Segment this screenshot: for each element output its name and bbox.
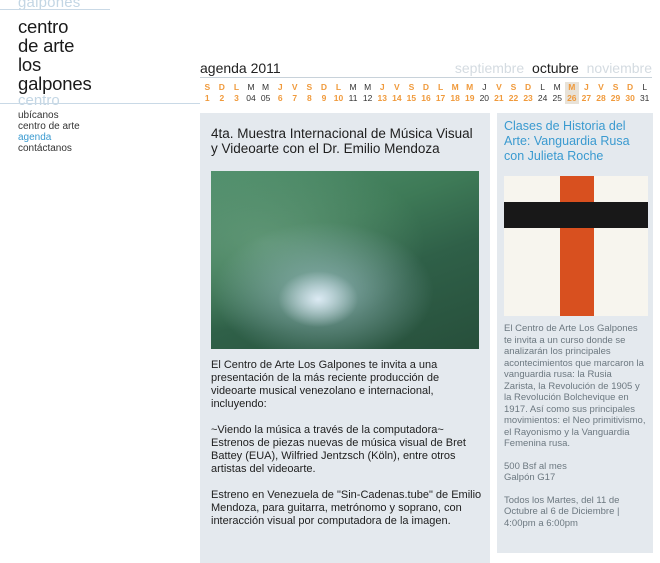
- calendar-day[interactable]: 26: [564, 93, 580, 104]
- calendar-day: 11: [348, 93, 358, 103]
- calendar-day[interactable]: 3: [229, 93, 244, 104]
- side-event-paragraph: El Centro de Arte Los Galpones te invita…: [504, 323, 646, 449]
- calendar-day: 31: [639, 93, 650, 103]
- calendar-weekday: M: [364, 82, 372, 92]
- calendar-day[interactable]: 18: [448, 93, 463, 104]
- calendar-weekday[interactable]: J: [579, 82, 594, 93]
- calendar-weekday[interactable]: S: [506, 82, 521, 93]
- calendar-day: 05: [260, 93, 271, 103]
- calendar-weekday[interactable]: V: [390, 82, 405, 93]
- main-event-paragraph: ~Viendo la música a través de la computa…: [211, 424, 466, 475]
- calendar-day[interactable]: 29: [608, 93, 623, 104]
- nav-item-ubicanos[interactable]: ubícanos: [18, 110, 80, 121]
- calendar-weekday: J: [482, 82, 487, 92]
- calendar-weekday[interactable]: V: [492, 82, 507, 93]
- site-logo[interactable]: centro de arte los galpones: [18, 17, 92, 94]
- calendar-day[interactable]: 1: [200, 93, 215, 104]
- main-event-paragraph: El Centro de Arte Los Galpones te invita…: [211, 359, 440, 410]
- calendar-weekday[interactable]: D: [623, 82, 638, 93]
- calendar-weekday[interactable]: D: [215, 82, 230, 93]
- calendar-day[interactable]: 28: [594, 93, 609, 104]
- calendar-day[interactable]: 16: [419, 93, 434, 104]
- calendar-weekday: M: [553, 82, 561, 92]
- calendar-weekday[interactable]: L: [229, 82, 244, 93]
- calendar-day[interactable]: 9: [317, 93, 332, 104]
- calendar-weekday[interactable]: D: [317, 82, 332, 93]
- day-calendar: SDLMMJVSDLMMJVSDLMMJVSDLMMJVSDL 1 2 3 04 05 6…: [200, 82, 652, 104]
- calendar-weekday[interactable]: S: [200, 82, 215, 93]
- agenda-title: agenda 2011: [200, 60, 281, 76]
- calendar-weekday[interactable]: J: [375, 82, 390, 93]
- painting-black-bar: [504, 202, 648, 228]
- side-event-description: El Centro de Arte Los Galpones te invita…: [504, 323, 646, 540]
- calendar-weekday[interactable]: M: [448, 82, 463, 93]
- side-event-title[interactable]: Clases de Historia del Arte: Vanguardia …: [504, 119, 652, 164]
- main-nav: ubícanos centro de arte agenda contáctan…: [18, 110, 80, 154]
- calendar-day[interactable]: 8: [302, 93, 317, 104]
- side-event-schedule: Todos los Martes, del 11 de Octubre al 6…: [504, 494, 620, 529]
- calendar-weekday-row: SDLMMJVSDLMMJVSDLMMJVSDLMMJVSDL: [200, 82, 652, 93]
- calendar-weekday[interactable]: J: [273, 82, 288, 93]
- calendar-day[interactable]: 2: [215, 93, 230, 104]
- calendar-day[interactable]: 21: [492, 93, 507, 104]
- nav-item-centro-de-arte[interactable]: centro de arte: [18, 121, 80, 132]
- side-event-price-location: 500 Bsf al mes Galpón G17: [504, 460, 567, 484]
- calendar-weekday[interactable]: V: [594, 82, 609, 93]
- calendar-day[interactable]: 19: [462, 93, 477, 104]
- calendar-day: 04: [246, 93, 256, 103]
- calendar-day[interactable]: 27: [579, 93, 594, 104]
- calendar-weekday[interactable]: V: [287, 82, 302, 93]
- calendar-weekday[interactable]: S: [302, 82, 317, 93]
- calendar-day[interactable]: 30: [623, 93, 638, 104]
- nav-item-contactanos[interactable]: contáctanos: [18, 143, 80, 154]
- main-event-image: [211, 171, 479, 349]
- calendar-day: 12: [362, 93, 373, 103]
- calendar-weekday[interactable]: D: [521, 82, 536, 93]
- calendar-day[interactable]: 22: [506, 93, 521, 104]
- calendar-day[interactable]: 14: [390, 93, 405, 104]
- calendar-weekday[interactable]: S: [404, 82, 419, 93]
- calendar-weekday: M: [349, 82, 357, 92]
- calendar-weekday[interactable]: L: [331, 82, 346, 93]
- calendar-weekday: L: [642, 82, 648, 92]
- calendar-weekday[interactable]: M: [564, 82, 580, 93]
- side-event-image: [504, 176, 648, 316]
- calendar-date-row: 1 2 3 04 05 6 7 8 9 10 11 12 13 14 15 16 17 18 19 20 21 22 23 2…: [200, 93, 652, 104]
- calendar-day[interactable]: 17: [433, 93, 448, 104]
- side-event-card: Clases de Historia del Arte: Vanguardia …: [497, 113, 653, 553]
- month-next-link[interactable]: noviembre: [587, 60, 652, 76]
- month-selector: septiembre octubre noviembre: [451, 60, 652, 76]
- painting-red-bar: [560, 176, 594, 316]
- calendar-day[interactable]: 15: [404, 93, 419, 104]
- calendar-weekday[interactable]: M: [462, 82, 477, 93]
- nav-item-agenda[interactable]: agenda: [18, 132, 80, 143]
- calendar-day[interactable]: 7: [287, 93, 302, 104]
- calendar-day[interactable]: 13: [375, 93, 390, 104]
- calendar-day: 25: [552, 93, 562, 103]
- divider-top: [0, 9, 110, 10]
- main-event-title[interactable]: 4ta. Muestra Internacional de Música Vis…: [211, 126, 481, 156]
- calendar-day: 24: [537, 93, 548, 103]
- calendar-day[interactable]: 23: [521, 93, 536, 104]
- month-prev-link[interactable]: septiembre: [455, 60, 524, 76]
- calendar-weekday[interactable]: L: [433, 82, 448, 93]
- calendar-weekday: M: [262, 82, 270, 92]
- main-event-description: El Centro de Arte Los Galpones te invita…: [211, 359, 486, 541]
- calendar-day: 20: [479, 93, 490, 103]
- divider-bottom: [0, 103, 200, 104]
- calendar-weekday[interactable]: D: [419, 82, 434, 93]
- month-current: octubre: [532, 60, 579, 76]
- calendar-divider: [200, 77, 652, 78]
- calendar-day[interactable]: 10: [331, 93, 346, 104]
- calendar-weekday: M: [247, 82, 255, 92]
- main-event-card: 4ta. Muestra Internacional de Música Vis…: [200, 113, 490, 563]
- calendar-weekday[interactable]: S: [608, 82, 623, 93]
- calendar-weekday: L: [540, 82, 545, 92]
- ghost-logo-bottom: centro: [18, 92, 60, 109]
- calendar-day[interactable]: 6: [273, 93, 288, 104]
- main-event-paragraph: Estreno en Venezuela de "Sin-Cadenas.tub…: [211, 489, 482, 527]
